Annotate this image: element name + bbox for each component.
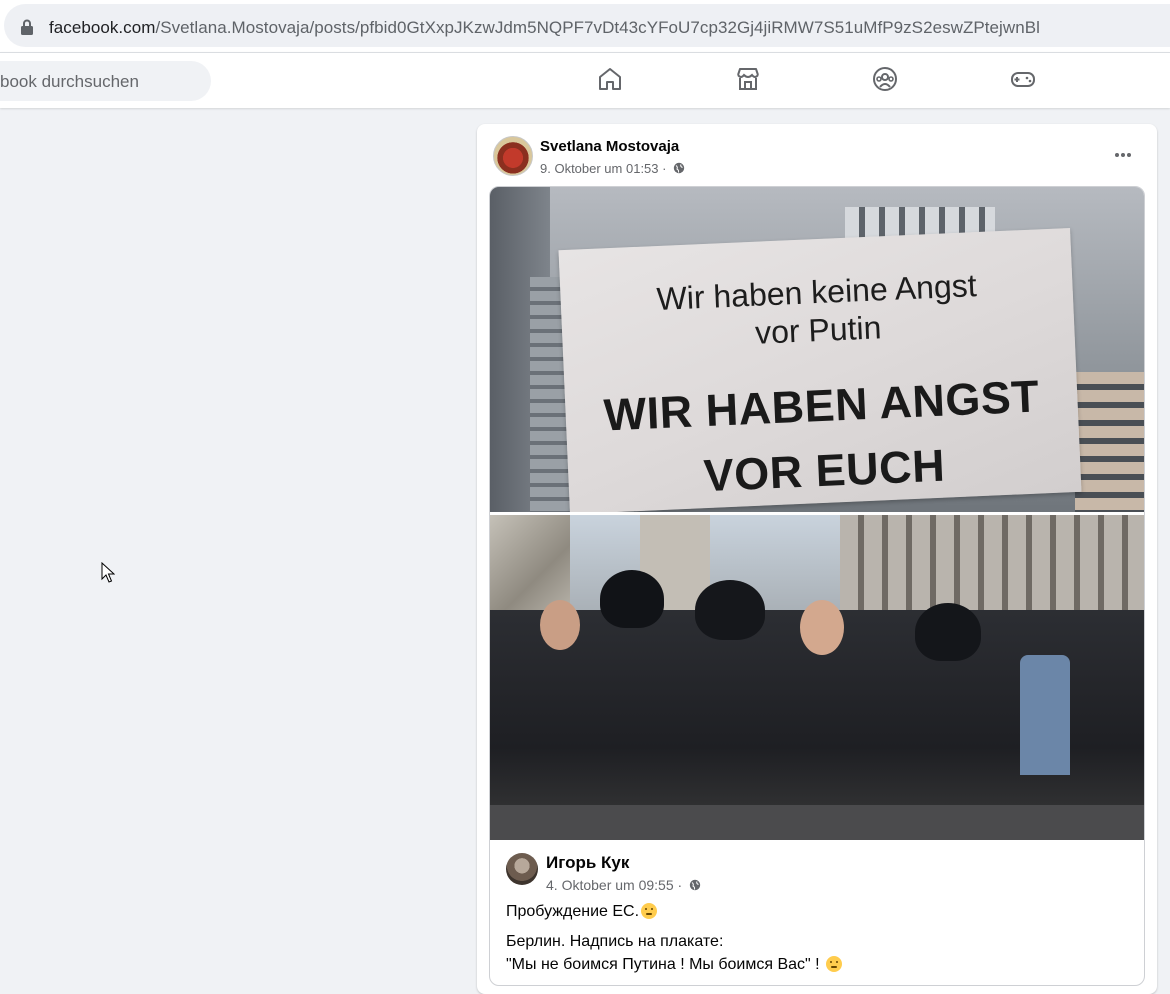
shared-post-container[interactable]: Wir haben keine Angst vor Putin WIR HABE… [489,186,1145,986]
shared-text-line-2: Берлин. Надпись на плакате: [506,933,724,950]
post-author-name[interactable]: Svetlana Mostovaja [540,138,679,155]
bystander [1020,655,1070,775]
mouse-cursor-icon [101,562,115,583]
marketplace-icon[interactable] [734,65,762,93]
search-input[interactable]: book durchsuchen [0,61,211,101]
post-card: Svetlana Mostovaja 9. Oktober um 01:53 ·… [477,124,1157,994]
helmet-2 [695,580,765,640]
facebook-top-bar: book durchsuchen [0,52,1170,108]
building-right [1075,372,1144,512]
sign-text-bottom: WIR HABEN ANGST VOR EUCH [564,362,1081,512]
post-timestamp[interactable]: 9. Oktober um 01:53 · [540,161,666,176]
shared-text-line-1: Пробуждение ЕС. [506,903,658,921]
gaming-icon[interactable] [1009,65,1037,93]
home-icon[interactable] [596,65,624,93]
thinking-emoji-icon [641,903,658,919]
face-1 [540,600,580,650]
url-field[interactable]: facebook.com/Svetlana.Mostovaja/posts/pf… [4,4,1170,47]
globe-icon [673,162,685,174]
globe-icon [689,879,701,891]
shared-text-line-3: "Мы не боимся Путина ! Мы боимся Вас" ! [506,956,843,974]
shared-post-timestamp[interactable]: 4. Oktober um 09:55 · [546,877,682,893]
post-photo-sign[interactable]: Wir haben keine Angst vor Putin WIR HABE… [490,187,1144,512]
helmet-3 [915,603,981,661]
browser-address-bar: facebook.com/Svetlana.Mostovaja/posts/pf… [0,0,1170,52]
post-photo-police[interactable] [490,515,1144,840]
sign-text-top: Wir haben keine Angst vor Putin [560,262,1075,361]
shared-text-line-3-content: "Мы не боимся Путина ! Мы боимся Вас" ! [506,956,820,973]
search-placeholder: book durchsuchen [0,72,139,91]
protest-sign: Wir haben keine Angst vor Putin WIR HABE… [558,227,1082,512]
url-text: facebook.com/Svetlana.Mostovaja/posts/pf… [49,18,1040,38]
thinking-emoji-icon [826,956,843,972]
street [490,805,1144,840]
shared-author-name[interactable]: Игорь Кук [546,853,629,873]
more-options-icon[interactable] [1113,146,1133,164]
url-path: /Svetlana.Mostovaja/posts/pfbid0GtXxpJKz… [155,18,1040,37]
shared-post-meta: 4. Oktober um 09:55 · [546,877,701,893]
shared-author-avatar[interactable] [506,853,538,885]
helmet-1 [600,570,664,628]
post-meta: 9. Oktober um 01:53 · [540,161,685,176]
face-2 [800,600,844,655]
url-host: facebook.com [49,18,156,37]
lock-icon [21,19,33,35]
author-avatar[interactable] [493,136,533,176]
groups-icon[interactable] [871,65,899,93]
shared-text-line-1-content: Пробуждение ЕС. [506,903,640,920]
